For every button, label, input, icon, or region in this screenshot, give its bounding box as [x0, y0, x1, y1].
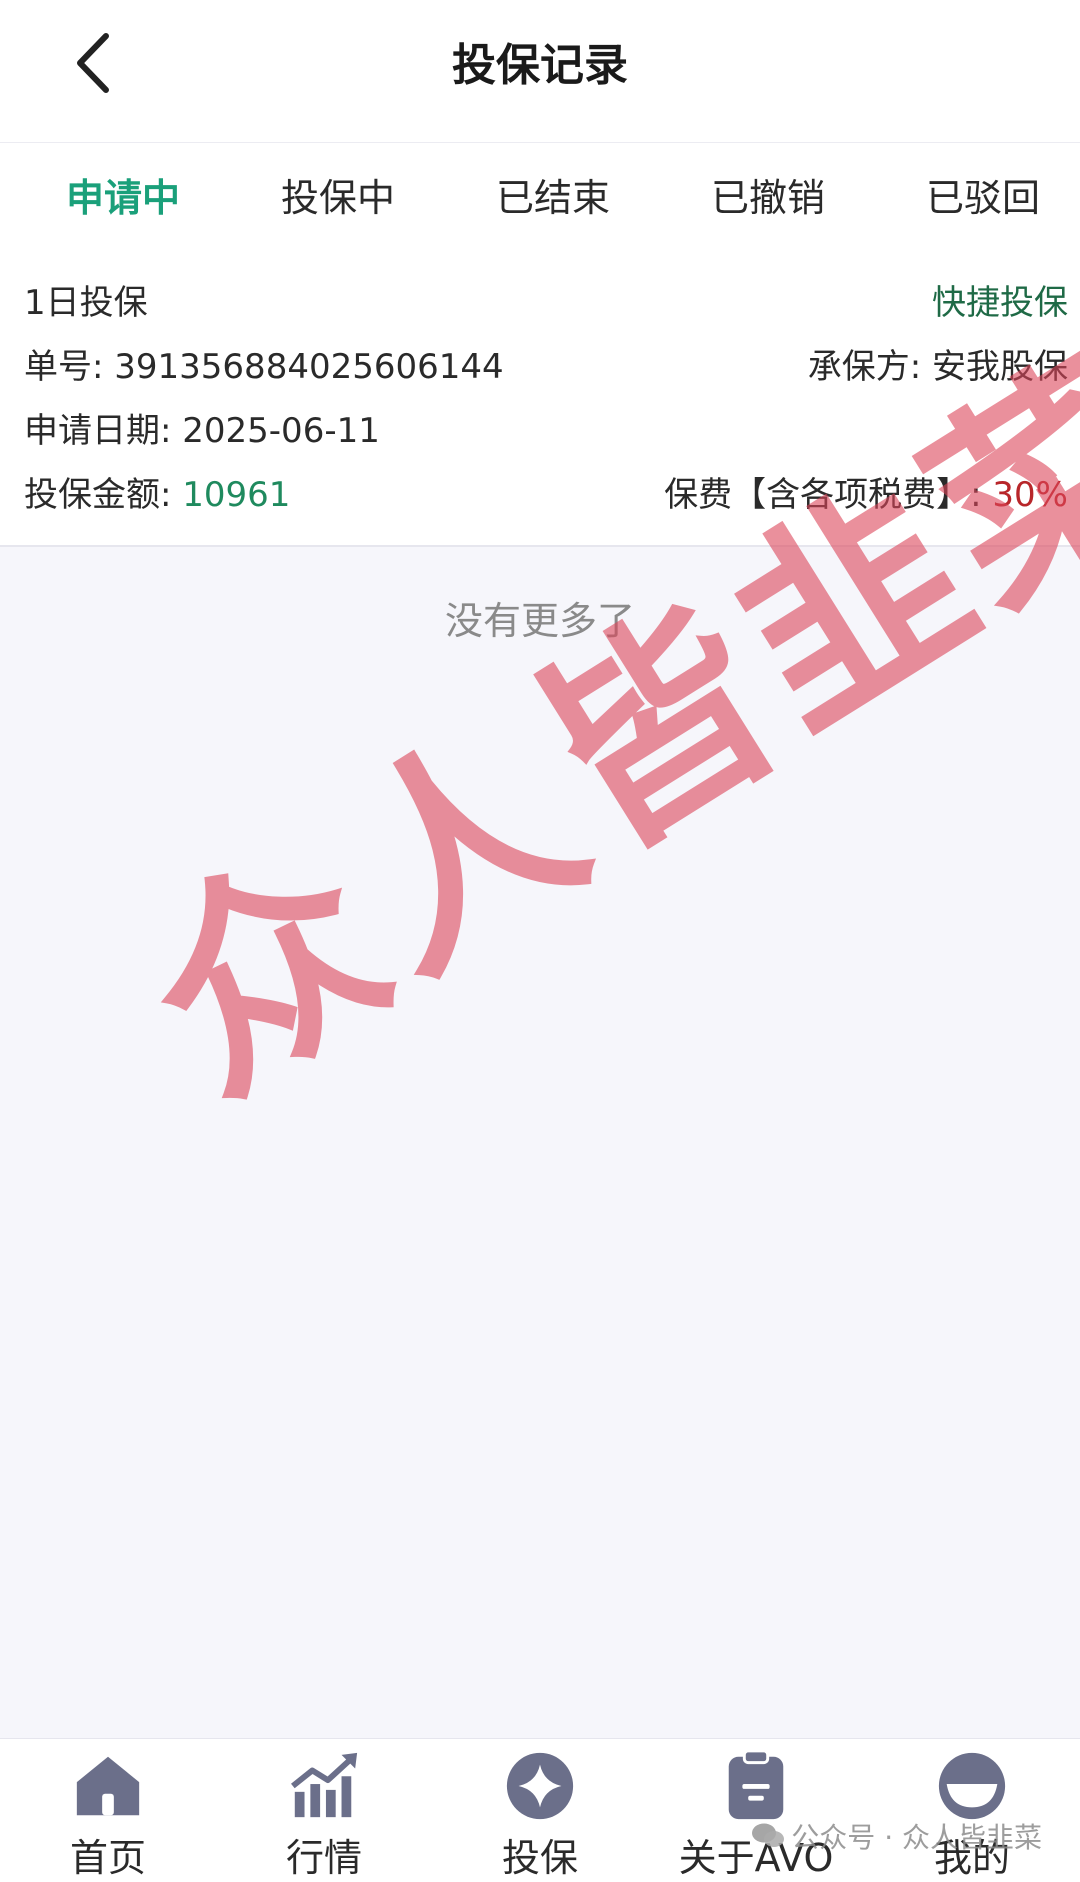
- underwriter: 承保方: 安我股保: [807, 346, 1068, 387]
- tab-ended[interactable]: 已结束: [484, 157, 622, 232]
- apply-date: 申请日期: 2025-06-11: [24, 410, 380, 451]
- tab-insuring[interactable]: 投保中: [269, 157, 407, 232]
- record-row-amount: 投保金额: 10961 保费【含各项税费】: 30%: [24, 459, 1068, 523]
- market-chart-icon: [291, 1752, 358, 1818]
- profile-icon: [938, 1752, 1006, 1820]
- quick-insure-link[interactable]: 快捷投保: [932, 275, 1068, 324]
- insure-star-icon: [506, 1752, 574, 1820]
- nav-market[interactable]: 行情: [216, 1739, 432, 1882]
- status-tabs: 申请中 投保中 已结束 已撤销 已驳回: [0, 143, 1080, 245]
- top-app-bar: 投保记录: [0, 0, 1080, 143]
- nav-insure[interactable]: 投保: [432, 1739, 648, 1882]
- list-end-text: 没有更多了: [444, 599, 635, 643]
- tab-rejected[interactable]: 已驳回: [914, 157, 1052, 232]
- record-row-plan: 1日投保 快捷投保: [24, 267, 1068, 331]
- clipboard-icon: [728, 1749, 784, 1820]
- tab-applying[interactable]: 申请中: [54, 157, 192, 232]
- insured-amount: 投保金额: 10961: [24, 474, 291, 515]
- nav-about[interactable]: 关于AVO: [648, 1739, 864, 1882]
- nav-home[interactable]: 首页: [0, 1739, 216, 1882]
- premium-fee: 保费【含各项税费】: 30%: [664, 474, 1068, 515]
- record-row-date: 申请日期: 2025-06-11: [24, 395, 1068, 459]
- page-title: 投保记录: [452, 40, 628, 91]
- order-number: 单号: 391356884025606144: [24, 346, 504, 387]
- stamp-watermark: 众人皆韭菜: [80, 313, 1080, 1140]
- tab-revoked[interactable]: 已撤销: [699, 157, 837, 232]
- plan-name: 1日投保: [24, 282, 148, 323]
- nav-profile[interactable]: 我的: [864, 1739, 1080, 1882]
- bottom-nav: 首页 行情 投保 关于AVO 我的: [0, 1738, 1080, 1882]
- record-row-order: 单号: 391356884025606144 承保方: 安我股保: [24, 331, 1068, 395]
- insurance-record-card[interactable]: 1日投保 快捷投保 单号: 391356884025606144 承保方: 安我…: [0, 245, 1080, 547]
- home-icon: [76, 1756, 140, 1816]
